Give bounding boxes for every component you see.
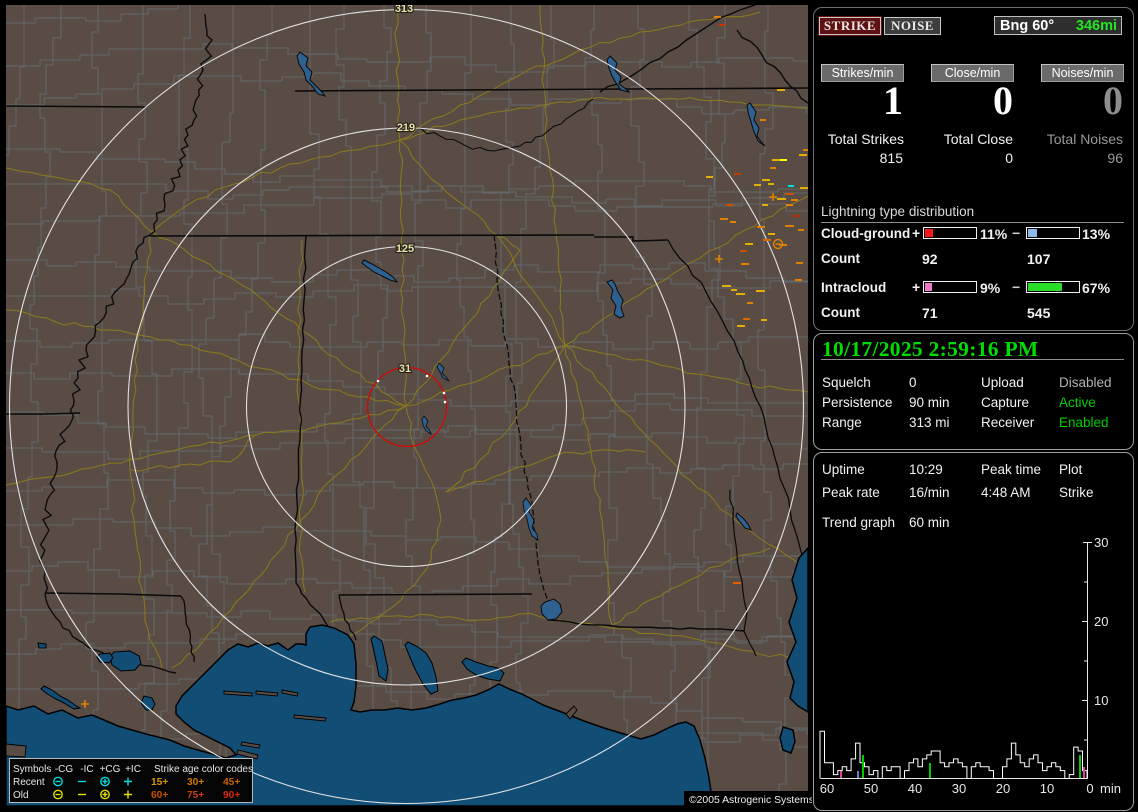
svg-text:Old: Old <box>13 790 29 801</box>
svg-text:+IC: +IC <box>125 764 141 775</box>
svg-text:20: 20 <box>1094 614 1108 629</box>
svg-text:Strike age color codes: Strike age color codes <box>154 764 253 775</box>
svg-text:30+: 30+ <box>187 777 204 788</box>
svg-text:Recent: Recent <box>13 777 45 788</box>
svg-text:75+: 75+ <box>187 790 204 801</box>
svg-text:©2005 Astrogenic Systems: ©2005 Astrogenic Systems <box>689 795 812 806</box>
svg-text:15+: 15+ <box>151 777 168 788</box>
svg-text:+CG: +CG <box>100 764 121 775</box>
svg-text:Symbols: Symbols <box>13 764 51 775</box>
svg-text:31: 31 <box>399 363 411 375</box>
svg-text:125: 125 <box>396 243 414 255</box>
svg-text:90+: 90+ <box>223 790 240 801</box>
svg-text:219: 219 <box>397 122 415 134</box>
svg-text:-CG: -CG <box>55 764 74 775</box>
svg-text:-IC: -IC <box>80 764 93 775</box>
svg-text:45+: 45+ <box>223 777 240 788</box>
svg-text:30: 30 <box>1094 535 1108 550</box>
svg-text:60+: 60+ <box>151 790 168 801</box>
